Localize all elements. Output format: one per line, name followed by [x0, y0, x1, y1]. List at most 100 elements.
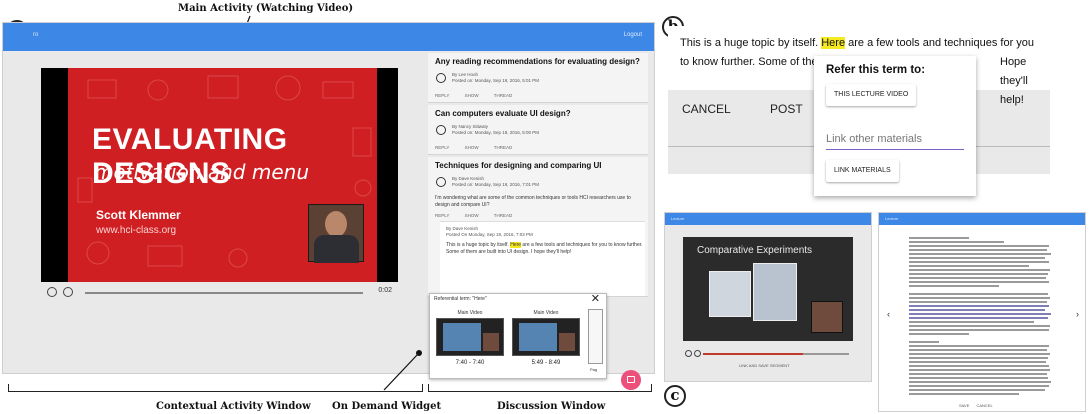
- referential-term-highlight[interactable]: Here: [510, 242, 522, 248]
- text-line: [909, 293, 1048, 295]
- post-button[interactable]: POST: [770, 102, 803, 116]
- text-line: [909, 313, 1051, 315]
- document-page[interactable]: [909, 233, 1059, 403]
- reply-date: Posted On Monday, Sep 19, 2016, 7:03 PM: [446, 232, 533, 237]
- volume-icon[interactable]: [694, 350, 701, 357]
- text-line: [909, 325, 1050, 327]
- text-line: [909, 249, 1047, 251]
- text-line: [909, 281, 1049, 283]
- seek-track[interactable]: [803, 353, 849, 355]
- text-line: [909, 237, 969, 239]
- cancel-button[interactable]: CANCEL: [682, 102, 731, 116]
- text-line: [909, 345, 1049, 347]
- lecture-video-preview[interactable]: Comparative Experiments: [683, 237, 853, 341]
- close-icon[interactable]: ✕: [591, 292, 600, 305]
- document-page-label: Pag: [590, 367, 598, 372]
- lecture-video-player[interactable]: EVALUATING DESIGNS motivation and menu S…: [41, 68, 398, 282]
- play-icon[interactable]: [685, 350, 692, 357]
- this-lecture-video-button[interactable]: THIS LECTURE VIDEO: [826, 84, 917, 106]
- text-line: [909, 285, 999, 287]
- post-author: By Lee Hooh: [452, 72, 479, 77]
- post-date: Posted on: Monday, Sep 19, 2016, 5:01 PM: [452, 78, 539, 83]
- post-body: I'm wondering what are some of the commo…: [435, 195, 631, 208]
- refer-term-dialog-view: This is a huge topic by itself. Here are…: [668, 26, 1086, 197]
- discussion-post[interactable]: Any reading recommendations for evaluati…: [428, 53, 648, 103]
- link-save-segment-button[interactable]: LINK AND SAVE SEGMENT: [739, 363, 790, 368]
- panel-d-topbar: Lecture: [879, 213, 1085, 225]
- text-line: [909, 365, 1049, 367]
- video-controls: 0:02: [41, 286, 398, 300]
- widget-arrow: [383, 350, 422, 391]
- refer-term-popup: Refer this term to: THIS LECTURE VIDEO L…: [814, 56, 976, 196]
- text-line: [909, 253, 1051, 255]
- reply-item: By Dave Kenish Posted On Monday, Sep 19,…: [440, 221, 645, 296]
- video-slide-title: Comparative Experiments: [697, 245, 813, 256]
- document-actions[interactable]: SAVE CANCEL: [959, 403, 993, 408]
- caption-contextual: Contextual Activity Window: [156, 401, 311, 412]
- text-line: [909, 301, 1047, 303]
- post-author: By Dave Kenish: [452, 176, 485, 181]
- post-title[interactable]: Any reading recommendations for evaluati…: [435, 57, 640, 66]
- panel-c-topbar: Lecture: [665, 213, 871, 225]
- text-line: [909, 297, 1050, 299]
- video-time: 0:02: [378, 287, 392, 294]
- widget-label: Referential term: "Here": [434, 296, 487, 302]
- selected-segment[interactable]: [703, 353, 803, 355]
- slide-subtitle: motivation and menu: [94, 160, 309, 184]
- text-line: [909, 381, 1051, 383]
- volume-icon[interactable]: [63, 287, 73, 297]
- on-demand-widget: Referential term: "Here" ✕ Main Video 7:…: [429, 293, 607, 379]
- panel-label-c: c: [664, 385, 686, 407]
- logout-link[interactable]: Logout: [624, 32, 642, 38]
- prev-page-icon[interactable]: ‹: [887, 309, 890, 319]
- post-actions[interactable]: REPLY SHOW THREAD: [435, 145, 512, 150]
- post-title[interactable]: Can computers evaluate UI design?: [435, 109, 571, 118]
- referential-term-highlight[interactable]: Here: [821, 37, 846, 49]
- thumb-range: 5:49 - 8:49: [531, 360, 561, 366]
- document-thumb[interactable]: [588, 309, 603, 364]
- presenter-inset: [308, 204, 364, 263]
- text-line: [909, 377, 1048, 379]
- slide-presenter: Scott Klemmer: [96, 208, 181, 222]
- caption-discussion: Discussion Window: [497, 401, 606, 412]
- next-page-icon[interactable]: ›: [1076, 309, 1079, 319]
- thumb-caption: Main Video: [457, 310, 483, 316]
- text-line: [909, 321, 1034, 323]
- text-line: [909, 353, 1050, 355]
- video-slide: EVALUATING DESIGNS motivation and menu S…: [68, 68, 377, 282]
- thumb-caption: Main Video: [533, 310, 559, 316]
- text-line: [909, 305, 1049, 307]
- discussion-post-expanded[interactable]: Techniques for designing and comparing U…: [428, 157, 648, 297]
- post-title[interactable]: Techniques for designing and comparing U…: [435, 161, 602, 170]
- post-actions[interactable]: REPLY SHOW THREAD: [435, 213, 512, 218]
- chat-icon: [627, 376, 635, 383]
- text-line: [909, 309, 1045, 311]
- globe-icon: [436, 73, 446, 83]
- contextual-bracket: [8, 384, 423, 392]
- video-segment-thumb[interactable]: Main Video 5:49 - 8:49: [510, 310, 582, 366]
- post-actions[interactable]: REPLY SHOW THREAD: [435, 93, 512, 98]
- app-topbar: ro Logout: [3, 23, 654, 51]
- discussion-post[interactable]: Can computers evaluate UI design? By Nan…: [428, 105, 648, 155]
- text-line: [909, 349, 1047, 351]
- post-date: Posted on: Monday, Sep 19, 2016, 7:01 PM: [452, 182, 539, 187]
- video-segment-thumb[interactable]: Main Video 7:40 - 7:40: [434, 310, 506, 366]
- globe-icon: [436, 125, 446, 135]
- text-line: [909, 393, 1019, 395]
- segment-range-slider[interactable]: [683, 349, 853, 359]
- link-materials-button[interactable]: LINK MATERIALS: [826, 160, 899, 182]
- text-line: [909, 341, 939, 343]
- slide-screenshot: [709, 271, 751, 317]
- text-line: [909, 257, 1045, 259]
- play-icon[interactable]: [47, 287, 57, 297]
- text-line: [909, 273, 1048, 275]
- text-line: [909, 385, 1049, 387]
- post-date: Posted on: Monday, Sep 19, 2016, 5:00 PM: [452, 130, 539, 135]
- text-line: [909, 317, 1048, 319]
- text-line: [909, 333, 969, 335]
- text-line: [909, 361, 1046, 363]
- link-materials-input[interactable]: Link other materials: [826, 130, 964, 150]
- slide-url: www.hci-class.org: [96, 225, 177, 236]
- video-seek-bar[interactable]: [85, 292, 363, 294]
- panel-c-title: Lecture: [671, 216, 685, 221]
